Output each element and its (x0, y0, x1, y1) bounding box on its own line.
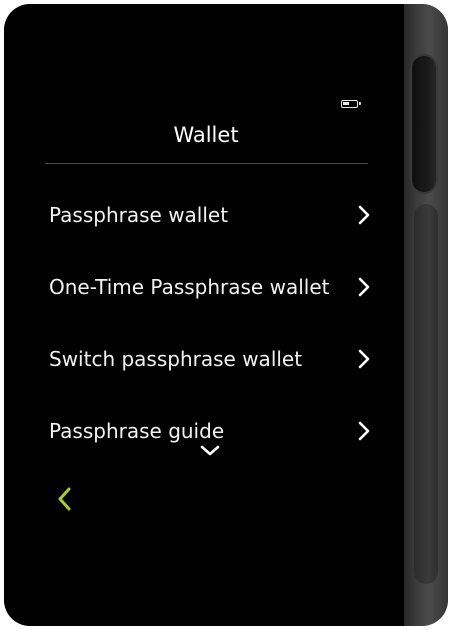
battery-level (343, 102, 349, 105)
chevron-right-icon (358, 349, 370, 369)
chevron-right-icon (358, 277, 370, 297)
battery-icon (341, 100, 361, 108)
device-screen: Wallet Passphrase wallet One-Time Passph… (4, 4, 404, 626)
menu-item-passphrase-wallet[interactable]: Passphrase wallet (49, 185, 374, 245)
chevron-down-icon[interactable] (199, 445, 221, 457)
menu-item-label: Switch passphrase wallet (49, 347, 303, 371)
menu-item-label: Passphrase guide (49, 419, 225, 443)
chevron-right-icon (358, 205, 370, 225)
back-chevron-left-icon[interactable] (54, 484, 76, 514)
page-title: Wallet (173, 123, 239, 147)
device-side-rim (402, 4, 448, 626)
menu-item-label: One-Time Passphrase wallet (49, 275, 330, 299)
hardware-device: Wallet Passphrase wallet One-Time Passph… (4, 4, 448, 626)
menu-item-label: Passphrase wallet (49, 203, 229, 227)
side-button[interactable] (410, 54, 438, 194)
side-slot (414, 204, 438, 584)
chevron-right-icon (358, 421, 370, 441)
menu-item-switch-passphrase-wallet[interactable]: Switch passphrase wallet (49, 329, 374, 389)
menu-item-one-time-passphrase-wallet[interactable]: One-Time Passphrase wallet (49, 257, 374, 317)
title-divider (45, 163, 368, 164)
